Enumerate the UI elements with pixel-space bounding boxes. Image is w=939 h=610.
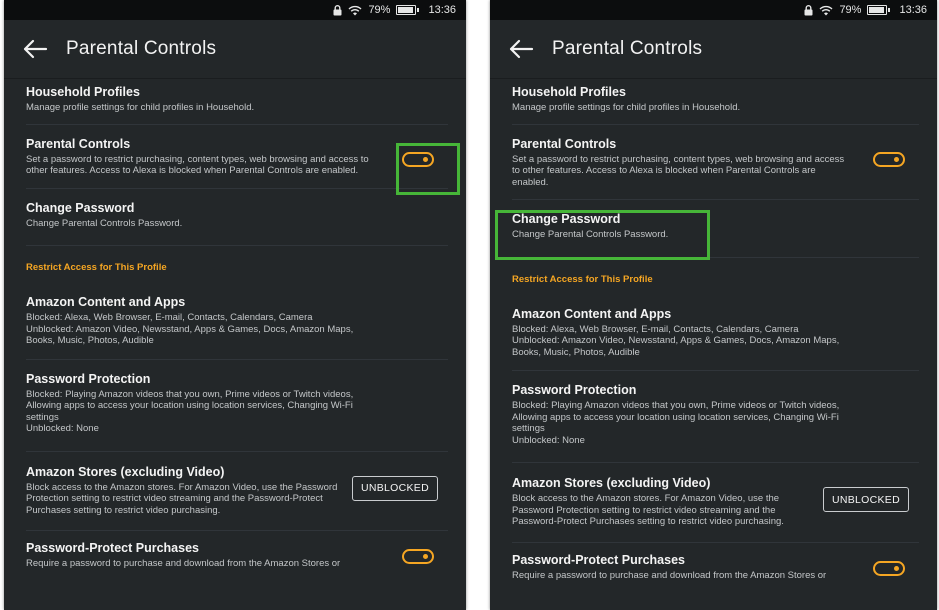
- status-time: 13:36: [428, 4, 456, 16]
- parental-controls-row[interactable]: Parental Controls Set a password to rest…: [512, 125, 919, 200]
- status-time: 13:36: [899, 4, 927, 16]
- toggle-highlight-box: [396, 143, 460, 195]
- section-header: Restrict Access for This Profile: [512, 273, 653, 285]
- password-protection-row[interactable]: Password Protection Blocked: Playing Ama…: [26, 360, 448, 451]
- row-title: Password Protection: [26, 371, 151, 386]
- restrict-access-header: Restrict Access for This Profile: [512, 258, 919, 301]
- parental-controls-row[interactable]: Parental Controls Set a password to rest…: [26, 125, 448, 188]
- toggle-knob: [894, 156, 899, 162]
- back-arrow-icon[interactable]: [22, 39, 48, 59]
- settings-list: Household Profiles Manage profile settin…: [490, 79, 937, 581]
- row-desc: Blocked: Playing Amazon videos that you …: [26, 388, 354, 435]
- row-title: Password-Protect Purchases: [26, 541, 199, 555]
- password-protect-purchases-row[interactable]: Password-Protect Purchases Require a pas…: [26, 531, 448, 570]
- row-desc: Manage profile settings for child profil…: [512, 102, 741, 113]
- unblocked-button[interactable]: UNBLOCKED: [351, 475, 438, 501]
- household-profiles-row[interactable]: Household Profiles Manage profile settin…: [512, 79, 919, 124]
- content-apps-row[interactable]: Amazon Content and Apps Blocked: Alexa, …: [512, 301, 919, 371]
- page-title: Parental Controls: [552, 38, 703, 59]
- unblocked-button[interactable]: UNBLOCKED: [822, 487, 909, 512]
- row-desc: Blocked: Alexa, Web Browser, E-mail, Con…: [26, 312, 354, 346]
- amazon-stores-row[interactable]: Amazon Stores (excluding Video) Block ac…: [26, 452, 448, 531]
- change-password-row[interactable]: Change Password Change Parental Controls…: [26, 189, 448, 246]
- row-desc: Manage profile settings for child profil…: [26, 102, 255, 113]
- change-password-highlight-box: [495, 210, 710, 260]
- status-bar: 79% 13:36: [4, 0, 466, 20]
- status-bar: 79% 13:36: [490, 0, 937, 20]
- section-header: Restrict Access for This Profile: [26, 262, 167, 273]
- content-apps-row[interactable]: Amazon Content and Apps Blocked: Alexa, …: [26, 289, 448, 359]
- row-title: Amazon Content and Apps: [26, 295, 186, 309]
- row-title: Household Profiles: [512, 85, 626, 99]
- battery-percent: 79%: [368, 4, 391, 16]
- row-desc: Block access to the Amazon stores. For A…: [512, 493, 784, 527]
- screen-right: 79% 13:36 Parental Controls Household Pr…: [490, 0, 937, 610]
- battery-icon: [396, 5, 420, 15]
- lock-icon: [804, 4, 813, 15]
- toggle-knob: [894, 565, 899, 571]
- wifi-icon: [348, 5, 362, 15]
- row-title: Change Password: [26, 200, 135, 215]
- wifi-icon: [819, 5, 833, 15]
- password-protect-purchases-toggle[interactable]: [873, 560, 905, 576]
- back-arrow-icon[interactable]: [508, 39, 534, 59]
- password-protect-purchases-row[interactable]: Password-Protect Purchases Require a pas…: [512, 543, 919, 582]
- app-bar: Parental Controls: [490, 20, 937, 79]
- parental-controls-toggle[interactable]: [873, 151, 905, 167]
- row-title: Amazon Stores (excluding Video): [26, 464, 225, 479]
- row-desc: Set a password to restrict purchasing, c…: [512, 153, 845, 188]
- row-desc: Blocked: Alexa, Web Browser, E-mail, Con…: [512, 323, 840, 358]
- row-title: Amazon Content and Apps: [512, 306, 672, 321]
- row-desc: Require a password to purchase and downl…: [512, 569, 827, 581]
- row-desc: Set a password to restrict purchasing, c…: [26, 153, 369, 177]
- row-title: Password Protection: [512, 383, 637, 397]
- row-desc: Block access to the Amazon stores. For A…: [26, 481, 338, 516]
- row-desc: Require a password to purchase and downl…: [26, 558, 341, 569]
- household-profiles-row[interactable]: Household Profiles Manage profile settin…: [26, 79, 448, 124]
- row-title: Parental Controls: [26, 136, 131, 151]
- row-title: Household Profiles: [26, 85, 140, 99]
- restrict-access-header: Restrict Access for This Profile: [26, 246, 448, 289]
- row-desc: Blocked: Playing Amazon videos that you …: [512, 400, 840, 446]
- password-protect-purchases-toggle[interactable]: [402, 549, 434, 564]
- row-desc: Change Parental Controls Password.: [26, 217, 183, 229]
- app-bar: Parental Controls: [4, 20, 466, 79]
- battery-icon: [867, 5, 891, 15]
- battery-percent: 79%: [839, 4, 862, 16]
- toggle-knob: [423, 554, 428, 559]
- amazon-stores-row[interactable]: Amazon Stores (excluding Video) Block ac…: [512, 463, 919, 542]
- lock-icon: [333, 4, 342, 15]
- screen-left: 79% 13:36 Parental Controls Household Pr…: [4, 0, 466, 610]
- row-title: Amazon Stores (excluding Video): [512, 476, 711, 490]
- page-title: Parental Controls: [66, 38, 217, 59]
- password-protection-row[interactable]: Password Protection Blocked: Playing Ama…: [512, 371, 919, 462]
- row-title: Parental Controls: [512, 136, 617, 151]
- row-title: Password-Protect Purchases: [512, 552, 685, 567]
